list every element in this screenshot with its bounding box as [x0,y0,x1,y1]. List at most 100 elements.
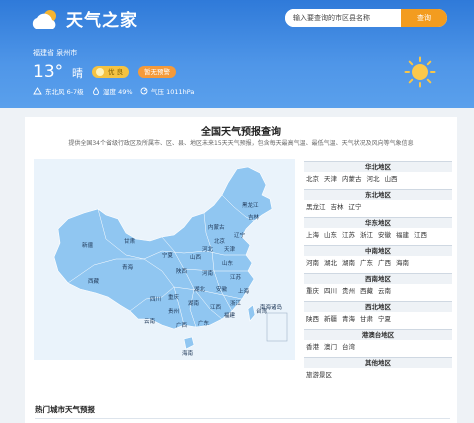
label-anhui[interactable]: 安徽 [216,285,228,293]
province-link[interactable]: 香港 [306,342,319,352]
search-input[interactable] [285,9,413,27]
province-link[interactable]: 北京 [306,174,319,184]
province-link[interactable]: 河南 [306,258,319,268]
province-link[interactable]: 湖南 [342,258,355,268]
province-link[interactable]: 青海 [342,314,355,324]
province-link[interactable]: 四川 [324,286,337,296]
label-guizhou[interactable]: 贵州 [168,307,179,315]
search-button[interactable]: 查询 [401,9,447,27]
province-link[interactable]: 江苏 [342,230,355,240]
province-link[interactable]: 澳门 [324,342,337,352]
province-link[interactable]: 山西 [385,174,398,184]
region-items: 陕西 新疆 青海 甘肃 宁夏 [304,312,452,327]
label-shanghai[interactable]: 上海 [238,287,250,295]
humidity-icon [93,87,99,95]
province-link[interactable]: 山东 [324,230,337,240]
province-link[interactable]: 陕西 [306,314,319,324]
label-guangxi[interactable]: 广西 [176,321,188,329]
province-link[interactable]: 吉林 [331,202,344,212]
label-fujian[interactable]: 福建 [224,311,236,319]
province-link[interactable]: 甘肃 [360,314,373,324]
label-jilin[interactable]: 吉林 [248,213,260,221]
region-heading: 其他地区 [304,357,452,368]
label-jiangsu[interactable]: 江苏 [230,273,242,281]
label-gansu[interactable]: 甘肃 [124,237,136,245]
region-block: 东北地区 黑龙江 吉林 辽宁 [304,189,452,215]
region-block: 中南地区 河南 湖北 湖南 广东 广西 海南 [304,245,452,271]
humidity-text: 湿度 49% [103,88,133,96]
region-block: 华北地区 北京 天津 内蒙古 河北 山西 [304,161,452,187]
search-bar: 查询 [285,9,447,27]
region-block: 华东地区 上海 山东 江苏 浙江 安徽 福建 江西 [304,217,452,243]
region-items: 黑龙江 吉林 辽宁 [304,200,452,215]
label-xizang[interactable]: 西藏 [88,277,100,285]
region-block: 其他地区 旅游景区 [304,357,452,383]
label-liaoning[interactable]: 辽宁 [234,231,246,239]
label-shaanxi[interactable]: 陕西 [176,267,188,275]
province-link[interactable]: 江西 [414,230,427,240]
province-link[interactable]: 贵州 [342,286,355,296]
province-link[interactable]: 福建 [396,230,409,240]
aqi-badge[interactable]: 优 良 [92,66,130,78]
location-text[interactable]: 福建省 泉州市 [33,48,77,58]
label-shandong[interactable]: 山东 [222,259,234,267]
cloud-sun-icon [32,9,56,29]
south-sea-inset [266,312,288,342]
province-link[interactable]: 旅游景区 [306,370,332,380]
region-items: 北京 天津 内蒙古 河北 山西 [304,172,452,187]
region-items: 香港 澳门 台湾 [304,340,452,355]
logo[interactable]: 天气之家 [30,6,138,31]
china-map: 黑龙江 吉林 内蒙古 辽宁 新疆 西藏 青海 甘肃 宁夏 山西 陕西 河北 北京… [34,159,295,360]
label-hunan[interactable]: 湖南 [188,299,200,307]
region-heading: 西北地区 [304,301,452,312]
label-hainan[interactable]: 海南 [182,349,194,357]
map-taiwan[interactable] [247,304,256,322]
province-link[interactable]: 内蒙古 [342,174,362,184]
label-shanxi[interactable]: 山西 [190,253,202,261]
label-sichuan[interactable]: 四川 [150,296,161,303]
province-link[interactable]: 黑龙江 [306,202,326,212]
province-link[interactable]: 台湾 [342,342,355,352]
province-link[interactable]: 新疆 [324,314,337,324]
label-zhejiang[interactable]: 浙江 [230,299,242,307]
map-hainan[interactable] [183,336,195,350]
label-chongqing[interactable]: 重庆 [168,293,180,301]
region-block: 西北地区 陕西 新疆 青海 甘肃 宁夏 [304,301,452,327]
province-link[interactable]: 西藏 [360,286,373,296]
province-link[interactable]: 湖北 [324,258,337,268]
region-heading: 华东地区 [304,217,452,228]
label-beijing[interactable]: 北京 [214,237,226,245]
label-tianjin[interactable]: 天津 [224,246,236,253]
province-link[interactable]: 重庆 [306,286,319,296]
label-yunnan[interactable]: 云南 [144,317,156,325]
label-neimenggu[interactable]: 内蒙古 [208,223,225,231]
region-block: 西南地区 重庆 四川 贵州 西藏 云南 [304,273,452,299]
province-link[interactable]: 上海 [306,230,319,240]
province-link[interactable]: 云南 [378,286,391,296]
province-link[interactable]: 广东 [360,258,373,268]
label-guangdong[interactable]: 广东 [198,319,210,327]
label-qinghai[interactable]: 青海 [122,263,134,271]
card-subtitle: 提供全国34个省级行政区及所属市、区、县、地区未来15天天气预报，包含每天最高气… [68,140,414,147]
region-heading: 华北地区 [304,161,452,172]
province-link[interactable]: 海南 [396,258,409,268]
province-link[interactable]: 广西 [378,258,391,268]
warning-badge[interactable]: 暂无预警 [138,66,176,78]
label-heilongjiang[interactable]: 黑龙江 [242,201,259,209]
label-hebei[interactable]: 河北 [202,245,214,253]
label-hubei[interactable]: 湖北 [194,285,206,293]
province-link[interactable]: 天津 [324,174,337,184]
province-link[interactable]: 浙江 [360,230,373,240]
label-jiangxi[interactable]: 江西 [210,304,222,311]
label-ningxia[interactable]: 宁夏 [162,251,174,259]
province-link[interactable]: 辽宁 [349,202,362,212]
card-title: 全国天气预报查询 [201,127,281,138]
province-link[interactable]: 宁夏 [378,314,391,324]
province-link[interactable]: 河北 [367,174,380,184]
region-items: 上海 山东 江苏 浙江 安徽 福建 江西 [304,228,452,243]
label-south-sea[interactable]: 南海诸岛 [260,303,283,311]
province-link[interactable]: 安徽 [378,230,391,240]
pressure-text: 气压 1011hPa [151,88,195,96]
label-henan[interactable]: 河南 [202,269,214,277]
label-xinjiang[interactable]: 新疆 [82,241,94,249]
